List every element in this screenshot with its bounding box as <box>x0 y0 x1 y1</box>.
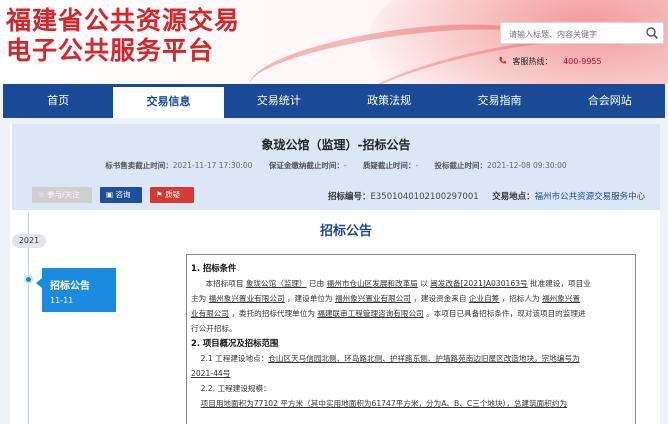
follow-button[interactable]: ☆ 参与/关注 <box>32 187 92 203</box>
doc-heading-1: 1. 招标条件 <box>191 263 237 273</box>
doc-heading-2: 2. 项目概况及招标范围 <box>191 338 279 348</box>
date-value-deposit: - <box>343 161 347 170</box>
announcement-title: 象珑公馆（监理）-招标公告 <box>261 138 411 152</box>
doc-paragraph: 2021-44号 <box>191 369 231 378</box>
hotline-label: 客服热线： <box>512 57 553 66</box>
query-label: 质疑 <box>165 190 181 199</box>
doc-paragraph: 行公开招标。 <box>191 324 237 333</box>
date-label-query: 质疑截止时间： <box>362 161 416 170</box>
nav-item-policy[interactable]: 政策法规 <box>334 84 444 118</box>
doc-paragraph: 业有限公司 ，委托的招标代理单位为 福建联审工程管理咨询有限公司 。本项目已具备… <box>191 309 586 318</box>
site-title-line2: 电子公共服务平台 <box>6 36 215 65</box>
site-header: 福建省公共资源交易 电子公共服务平台 客服热线： 400-9955 <box>0 0 668 84</box>
doc-paragraph: 2.1 工程建设地点：仓山区天马信园北侧、环岛路北侧、护祥路东侧、护墙路苑南边旧… <box>200 354 580 363</box>
search-input[interactable] <box>509 27 639 41</box>
site-title-line1: 福建省公共资源交易 <box>6 6 241 35</box>
timeline-card[interactable]: 招标公告 11-11 <box>36 268 116 312</box>
flag-icon: ⚑ <box>156 190 166 199</box>
page-root: 福建省公共资源交易 电子公共服务平台 客服热线： 400-9955 首页 交易信… <box>0 0 668 424</box>
doc-paragraph: 主为 福州象兴置业有限公司 ，建设单位为 福州象兴置业有限公司 ，建设资金来自 … <box>191 294 581 303</box>
hotline: 客服热线： 400-9955 <box>498 56 602 67</box>
date-value-sale: 2021-11-17 17:30:00 <box>172 161 253 170</box>
doc-paragraph: 本招标项目 象珑公馆（监理） 已由 福州市仓山区发展和改革局 以 闽发改备[20… <box>205 279 591 288</box>
section-title: 招标公告 <box>320 224 373 239</box>
date-value-bid: 2021-12-08 09:30:00 <box>487 161 567 170</box>
hotline-number: 400-9955 <box>563 57 602 66</box>
date-label-deposit: 保证金缴纳截止时间： <box>268 161 344 170</box>
doc-paragraph: 2.2. 工程建设规模： <box>200 384 271 393</box>
bid-code-label: 招标编号： <box>328 192 371 202</box>
doc-paragraph: 项目用地面积为77102 平方米（其中实用地面积为61747平方米，分为A、B、… <box>200 399 568 408</box>
nav-item-home[interactable]: 首页 <box>3 84 113 118</box>
consult-button[interactable]: ▣ 咨询 <box>100 187 142 203</box>
timeline-card-date: 11-11 <box>50 296 74 305</box>
deadline-dates: 标书售卖截止时间：2021-11-17 17:30:00 保证金缴纳截止时间：-… <box>12 160 660 171</box>
nav-item-statistics[interactable]: 交易统计 <box>224 84 334 118</box>
search-box <box>500 22 664 44</box>
timeline-dot <box>24 275 33 284</box>
site-title[interactable]: 福建省公共资源交易 电子公共服务平台 <box>6 6 240 66</box>
query-button[interactable]: ⚑ 质疑 <box>150 187 194 203</box>
bid-code-row: 招标编号：E3501040102100297001 交易地点：福州市公共资源交易… <box>328 190 645 202</box>
timeline-year: 2021 <box>12 234 46 248</box>
nav-item-guide[interactable]: 交易指南 <box>444 84 554 118</box>
nav-item-association[interactable]: 合会网站 <box>555 84 665 118</box>
date-value-query: - <box>415 161 419 170</box>
consult-label: 咨询 <box>115 190 131 199</box>
bid-code-value: E3501040102100297001 <box>370 192 479 202</box>
trade-place-value[interactable]: 福州市公共资源交易服务中心 <box>535 192 646 202</box>
search-icon[interactable] <box>645 26 659 40</box>
nav-item-trade-info[interactable]: 交易信息 <box>113 84 224 118</box>
main-nav: 首页 交易信息 交易统计 政策法规 交易指南 合会网站 <box>3 84 665 118</box>
date-label-bid: 投标截止时间： <box>434 161 488 170</box>
date-label-sale: 标书售卖截止时间： <box>105 161 173 170</box>
announcement-document: 1. 招标条件 本招标项目 象珑公馆（监理） 已由 福州市仓山区发展和改革局 以… <box>186 254 636 424</box>
timeline-card-title: 招标公告 <box>50 281 90 292</box>
trade-place-label: 交易地点： <box>492 192 535 202</box>
phone-icon <box>499 56 507 64</box>
